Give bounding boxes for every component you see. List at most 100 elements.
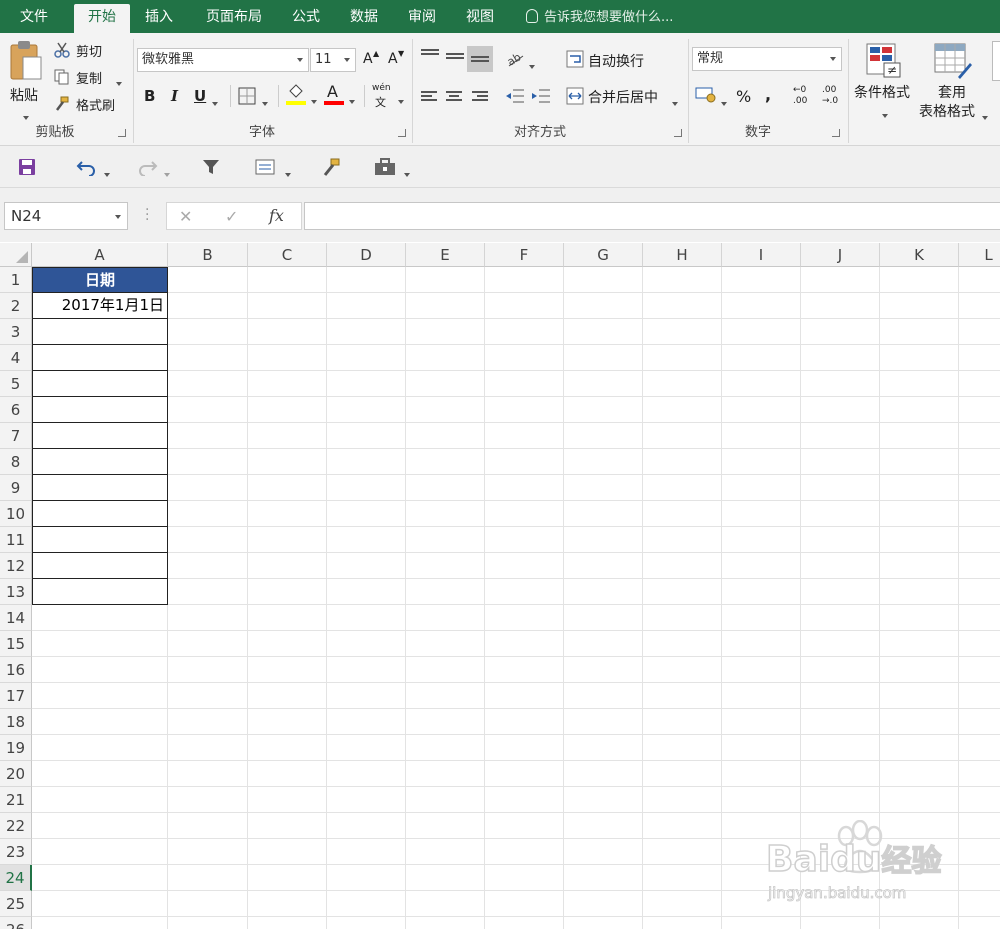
font-launcher-icon[interactable] bbox=[398, 129, 406, 137]
bold-button[interactable]: B bbox=[142, 87, 158, 107]
underline-button[interactable]: U bbox=[192, 87, 222, 107]
tab-page-layout[interactable]: 页面布局 bbox=[196, 4, 272, 33]
cancel-entry-icon[interactable]: ✕ bbox=[179, 207, 192, 226]
tab-review[interactable]: 审阅 bbox=[398, 4, 446, 33]
row-header-13[interactable]: 13 bbox=[0, 579, 32, 605]
cell-a10[interactable] bbox=[32, 501, 168, 527]
accounting-format-button[interactable] bbox=[695, 85, 731, 107]
column-header-l[interactable]: L bbox=[959, 243, 1000, 267]
align-left-button[interactable] bbox=[421, 91, 439, 105]
wrap-text-button[interactable]: 自动换行 bbox=[566, 49, 676, 71]
row-header-8[interactable]: 8 bbox=[0, 449, 32, 475]
row-header-20[interactable]: 20 bbox=[0, 761, 32, 787]
cell-a9[interactable] bbox=[32, 475, 168, 501]
save-button[interactable] bbox=[18, 158, 36, 176]
conditional-formatting-button[interactable]: ≠ 条件格式 bbox=[852, 41, 916, 125]
column-header-j[interactable]: J bbox=[801, 243, 880, 267]
row-header-5[interactable]: 5 bbox=[0, 371, 32, 397]
decrease-indent-button[interactable] bbox=[505, 88, 527, 108]
percent-button[interactable]: % bbox=[736, 85, 754, 107]
format-as-table-button[interactable]: 套用 表格格式 bbox=[918, 41, 990, 125]
row-header-22[interactable]: 22 bbox=[0, 813, 32, 839]
cell-styles-button[interactable] bbox=[992, 41, 1000, 81]
font-color-button[interactable]: A bbox=[324, 82, 358, 109]
clipboard-launcher-icon[interactable] bbox=[118, 129, 126, 137]
shrink-font-button[interactable]: A ▼ bbox=[388, 49, 404, 69]
cell-a5[interactable] bbox=[32, 371, 168, 397]
row-header-18[interactable]: 18 bbox=[0, 709, 32, 735]
tab-home[interactable]: 开始 bbox=[74, 4, 130, 33]
tab-formulas[interactable]: 公式 bbox=[282, 4, 330, 33]
format-painter-button[interactable]: 格式刷 bbox=[54, 95, 126, 115]
row-header-17[interactable]: 17 bbox=[0, 683, 32, 709]
borders-button[interactable] bbox=[238, 87, 272, 107]
format-painter-qat-button[interactable] bbox=[322, 158, 342, 176]
copy-button[interactable]: 复制 bbox=[54, 68, 126, 88]
select-all-button[interactable] bbox=[0, 243, 32, 267]
column-header-h[interactable]: H bbox=[643, 243, 722, 267]
phonetic-guide-button[interactable]: wén 文 bbox=[372, 83, 406, 109]
row-header-25[interactable]: 25 bbox=[0, 891, 32, 917]
row-header-14[interactable]: 14 bbox=[0, 605, 32, 631]
cell-a2[interactable]: 2017年1月1日 bbox=[32, 293, 168, 319]
cell-a12[interactable] bbox=[32, 553, 168, 579]
fill-color-button[interactable] bbox=[286, 83, 320, 109]
orientation-button[interactable]: ab bbox=[505, 50, 541, 70]
number-launcher-icon[interactable] bbox=[832, 129, 840, 137]
row-header-3[interactable]: 3 bbox=[0, 319, 32, 345]
confirm-entry-icon[interactable]: ✓ bbox=[225, 207, 238, 226]
align-right-button[interactable] bbox=[472, 91, 490, 105]
font-size-select[interactable]: 11 bbox=[310, 48, 356, 72]
row-header-10[interactable]: 10 bbox=[0, 501, 32, 527]
cell-a3[interactable] bbox=[32, 319, 168, 345]
decrease-decimal-button[interactable]: .00 →.0 bbox=[822, 85, 846, 109]
cell-a1[interactable]: 日期 bbox=[32, 267, 168, 293]
cell-a6[interactable] bbox=[32, 397, 168, 423]
column-header-g[interactable]: G bbox=[564, 243, 643, 267]
row-header-2[interactable]: 2 bbox=[0, 293, 32, 319]
cell-a8[interactable] bbox=[32, 449, 168, 475]
alignment-launcher-icon[interactable] bbox=[674, 129, 682, 137]
insert-function-icon[interactable]: fx bbox=[269, 206, 284, 225]
column-header-k[interactable]: K bbox=[880, 243, 959, 267]
increase-indent-button[interactable] bbox=[531, 88, 553, 108]
font-name-select[interactable]: 微软雅黑 bbox=[137, 48, 309, 72]
cell-a13[interactable] bbox=[32, 579, 168, 605]
form-button[interactable] bbox=[255, 158, 295, 177]
comma-style-button[interactable]: , bbox=[763, 85, 777, 107]
formula-input[interactable] bbox=[304, 202, 1000, 230]
tab-view[interactable]: 视图 bbox=[456, 4, 504, 33]
row-header-9[interactable]: 9 bbox=[0, 475, 32, 501]
row-header-26[interactable]: 26 bbox=[0, 917, 32, 929]
row-header-1[interactable]: 1 bbox=[0, 267, 32, 293]
align-top-button[interactable] bbox=[421, 49, 439, 63]
align-bottom-button[interactable] bbox=[467, 46, 493, 72]
redo-button[interactable] bbox=[136, 158, 174, 177]
column-header-c[interactable]: C bbox=[248, 243, 327, 267]
row-header-12[interactable]: 12 bbox=[0, 553, 32, 579]
tab-insert[interactable]: 插入 bbox=[134, 4, 184, 33]
row-header-24[interactable]: 24 bbox=[0, 865, 32, 891]
grow-font-button[interactable]: A ▲ bbox=[363, 49, 379, 69]
cell-a11[interactable] bbox=[32, 527, 168, 553]
align-center-button[interactable] bbox=[446, 91, 464, 105]
column-header-b[interactable]: B bbox=[168, 243, 248, 267]
cell-a7[interactable] bbox=[32, 423, 168, 449]
align-middle-button[interactable] bbox=[446, 53, 464, 67]
row-header-21[interactable]: 21 bbox=[0, 787, 32, 813]
tab-data[interactable]: 数据 bbox=[340, 4, 388, 33]
number-format-select[interactable]: 常规 bbox=[692, 47, 842, 71]
row-header-4[interactable]: 4 bbox=[0, 345, 32, 371]
cut-button[interactable]: 剪切 bbox=[54, 41, 124, 61]
row-header-16[interactable]: 16 bbox=[0, 657, 32, 683]
column-header-e[interactable]: E bbox=[406, 243, 485, 267]
tab-file[interactable]: 文件 bbox=[6, 4, 62, 33]
column-header-f[interactable]: F bbox=[485, 243, 564, 267]
column-header-d[interactable]: D bbox=[327, 243, 406, 267]
undo-button[interactable] bbox=[76, 158, 114, 177]
tell-me-box[interactable]: 告诉我您想要做什么... bbox=[526, 4, 673, 31]
row-header-23[interactable]: 23 bbox=[0, 839, 32, 865]
filter-button[interactable] bbox=[202, 158, 220, 176]
row-header-15[interactable]: 15 bbox=[0, 631, 32, 657]
cell-a4[interactable] bbox=[32, 345, 168, 371]
